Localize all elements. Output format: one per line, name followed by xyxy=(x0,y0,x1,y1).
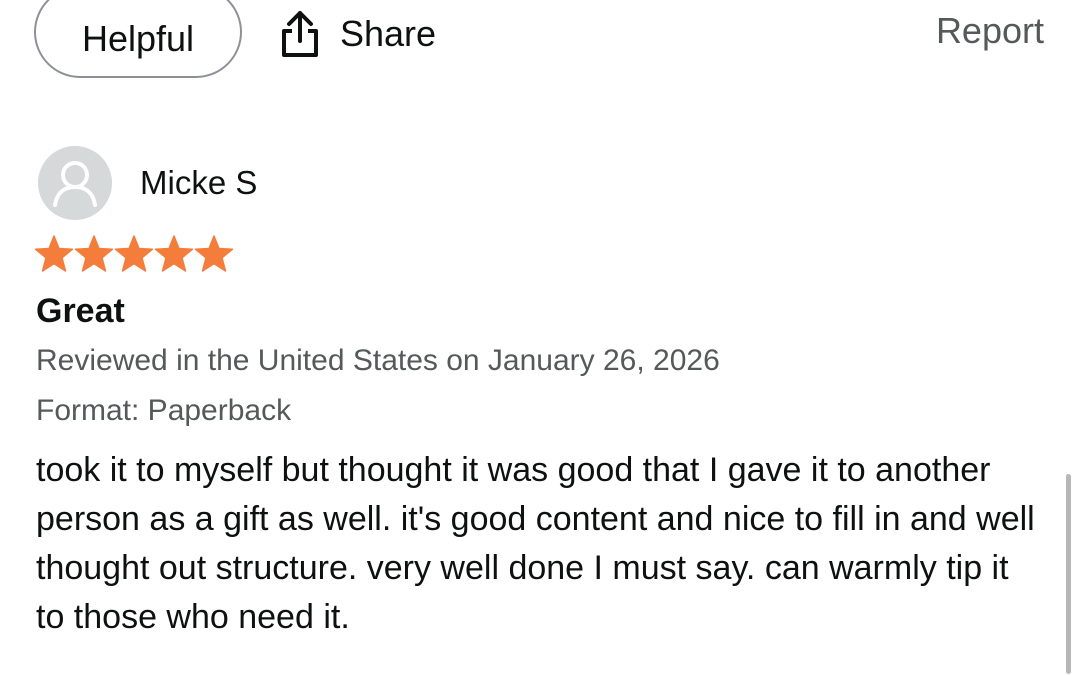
review-format: Format: Paperback xyxy=(36,394,292,427)
star-icon xyxy=(154,234,194,274)
star-rating xyxy=(34,234,234,274)
share-icon xyxy=(278,9,322,59)
user-avatar-icon xyxy=(38,146,112,220)
share-label: Share xyxy=(340,13,437,54)
reviewer-name[interactable]: Micke S xyxy=(140,164,257,202)
star-icon xyxy=(74,234,114,274)
review-body: took it to myself but thought it was goo… xyxy=(36,451,1035,636)
scrollbar[interactable] xyxy=(1066,474,1071,674)
review-page: Helpful Share Report Micke S Great Revie… xyxy=(0,0,1080,675)
star-icon xyxy=(34,234,74,274)
star-icon xyxy=(114,234,154,274)
star-icon xyxy=(194,234,234,274)
helpful-label: Helpful xyxy=(81,18,195,59)
review-title: Great xyxy=(36,292,125,330)
report-link[interactable]: Report xyxy=(936,10,1044,52)
review-date: Reviewed in the United States on January… xyxy=(36,344,720,377)
helpful-button[interactable]: Helpful xyxy=(34,0,242,78)
share-button[interactable]: Share xyxy=(278,6,436,62)
